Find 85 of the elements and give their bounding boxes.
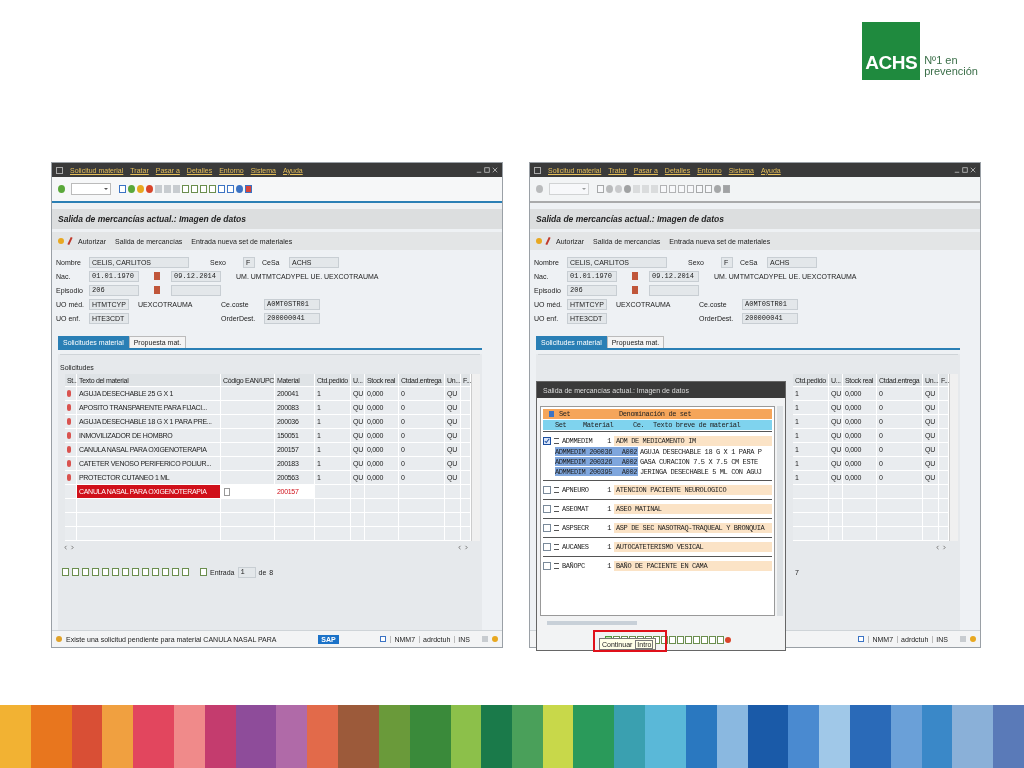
table-cell: [461, 457, 471, 471]
expand-icon[interactable]: [554, 437, 559, 444]
table-cell: [939, 485, 949, 499]
table-cell: [65, 513, 77, 527]
table-cell: [793, 499, 829, 513]
table-cell: [461, 429, 471, 443]
table-cell: [939, 499, 949, 513]
caret-icon: [104, 188, 108, 192]
table-cell: [829, 527, 843, 541]
warning-icon: [56, 636, 62, 642]
table-cell: [461, 443, 471, 457]
system-icon: [858, 636, 865, 642]
table-cell: [275, 527, 315, 541]
scroll-arrows-icon[interactable]: [458, 544, 468, 550]
logo-tagline: Nº1 en: [924, 55, 959, 66]
checkbox[interactable]: [543, 436, 551, 445]
scrollbar[interactable]: [471, 374, 480, 541]
scroll-arrows-icon[interactable]: [64, 544, 74, 550]
maximize-icon[interactable]: [962, 167, 968, 173]
table-cell: [221, 527, 275, 541]
table-cell: [221, 387, 275, 401]
scrollbar[interactable]: [547, 621, 637, 625]
expand-icon[interactable]: [554, 524, 559, 531]
table-cell: [461, 471, 471, 485]
table-cell: [461, 387, 471, 401]
empty-field[interactable]: [649, 284, 699, 296]
table-cell: [351, 527, 365, 541]
table-cell: [445, 527, 461, 541]
checkbox[interactable]: [543, 542, 551, 551]
system-icon: [380, 636, 387, 642]
checkbox[interactable]: [543, 485, 551, 494]
table-cell: [939, 429, 949, 443]
window-icon[interactable]: [56, 166, 63, 174]
checkbox[interactable]: [543, 561, 551, 570]
expand-icon[interactable]: [554, 562, 559, 569]
scroll-arrows-icon[interactable]: [936, 544, 946, 550]
expand-icon[interactable]: [554, 486, 559, 493]
lock-icon: [492, 636, 498, 642]
lock-icon: [970, 636, 976, 642]
table-cell: [793, 527, 829, 541]
table-cell: [65, 499, 77, 513]
checkbox[interactable]: [543, 504, 551, 513]
table-cell: [65, 527, 77, 541]
logo-mark: ACHS: [862, 22, 921, 80]
close-icon[interactable]: [970, 167, 976, 173]
table-cell: [793, 485, 829, 499]
table-cell: [461, 401, 471, 415]
value-help-icon[interactable]: [224, 487, 230, 496]
expand-icon[interactable]: [554, 543, 559, 550]
table-cell: [461, 527, 471, 541]
expand-icon[interactable]: [554, 505, 559, 512]
empty-field[interactable]: [171, 284, 221, 296]
table-cell: [793, 513, 829, 527]
pencil-icon[interactable]: [545, 236, 551, 246]
table-cell: [939, 401, 949, 415]
table-cell: [923, 527, 939, 541]
screen-title: Salida de mercancías actual.: Imagen de datos: [58, 214, 247, 224]
table-cell: [461, 499, 471, 513]
scrollbar[interactable]: [949, 374, 958, 541]
close-icon[interactable]: [492, 167, 498, 173]
table-cell: [461, 485, 471, 499]
table-cell: [365, 527, 399, 541]
table-cell: [939, 387, 949, 401]
screen-title: Salida de mercancías actual.: Imagen de datos: [536, 214, 725, 224]
table-cell: [315, 527, 351, 541]
table-cell: [939, 513, 949, 527]
pencil-icon[interactable]: [67, 236, 73, 246]
command-field[interactable]: [71, 183, 111, 195]
maximize-icon[interactable]: [484, 167, 490, 173]
enter-icon[interactable]: [58, 185, 65, 193]
table-cell: [843, 527, 877, 541]
checkbox[interactable]: [543, 523, 551, 532]
table-cell: [461, 415, 471, 429]
table-cell: [877, 527, 923, 541]
caret-icon: [582, 188, 586, 192]
window-icon[interactable]: [534, 166, 541, 174]
table-cell: [939, 471, 949, 485]
table-cell: [399, 527, 445, 541]
table-cell: [461, 513, 471, 527]
table-cell: [939, 443, 949, 457]
table-cell: [939, 457, 949, 471]
table-cell: [939, 527, 949, 541]
command-field[interactable]: [549, 183, 589, 195]
logo-tagline: prevención: [924, 66, 978, 77]
table-cell: [939, 415, 949, 429]
